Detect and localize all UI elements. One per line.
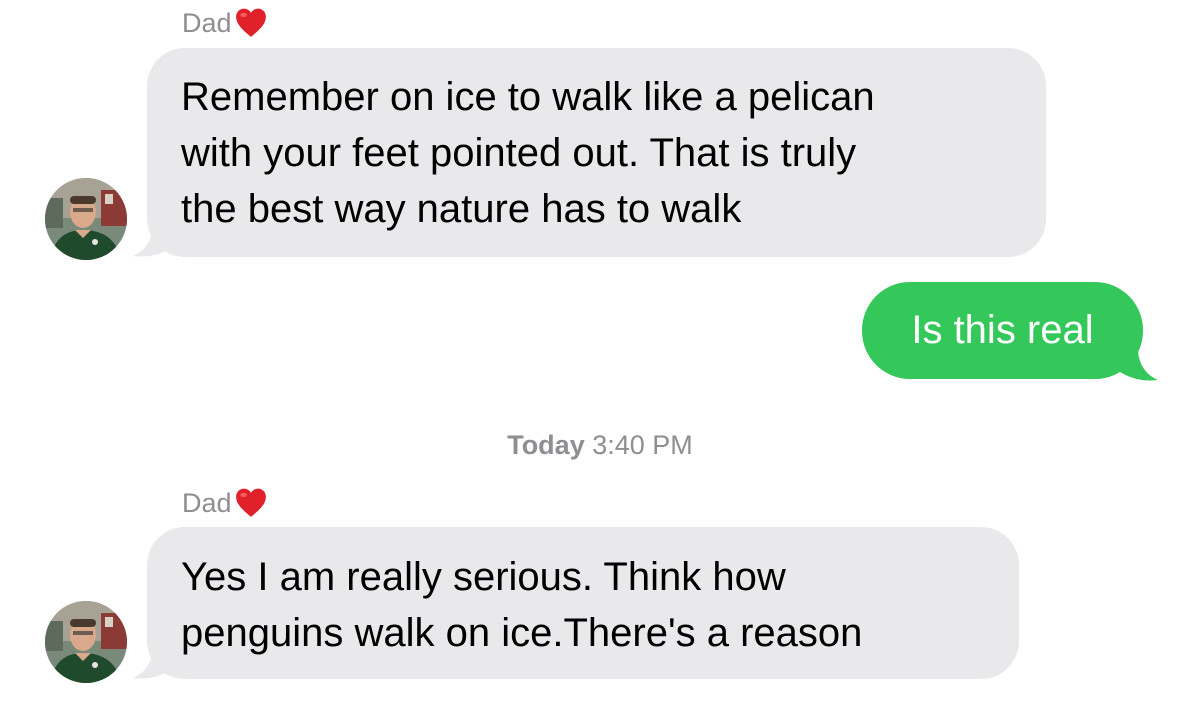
avatar-photo: [45, 601, 127, 683]
red-heart-icon: [235, 8, 266, 37]
timestamp-time: 3:40 PM: [592, 430, 693, 460]
bubble-tail: [1120, 348, 1158, 381]
sender-name-label: Dad: [182, 487, 232, 518]
red-heart-icon: [235, 488, 266, 517]
timestamp: Today 3:40 PM: [0, 430, 1200, 461]
message-text: Is this real: [911, 308, 1094, 352]
message-bubble-incoming[interactable]: Remember on ice to walk like a pelican w…: [147, 48, 1046, 257]
bubble-tail: [133, 646, 171, 679]
message-text: Yes I am really serious. Think how pengu…: [181, 555, 863, 655]
timestamp-day: Today: [507, 430, 585, 460]
avatar[interactable]: [45, 178, 127, 260]
bubble-tail: [133, 224, 171, 257]
message-bubble-outgoing[interactable]: Is this real: [862, 282, 1143, 379]
avatar-photo: [45, 178, 127, 260]
message-bubble-incoming[interactable]: Yes I am really serious. Think how pengu…: [147, 527, 1019, 679]
avatar[interactable]: [45, 601, 127, 683]
sender-name: Dad: [182, 485, 268, 521]
message-text: Remember on ice to walk like a pelican w…: [181, 75, 875, 231]
sender-name-label: Dad: [182, 7, 232, 38]
sender-name: Dad: [182, 5, 268, 41]
